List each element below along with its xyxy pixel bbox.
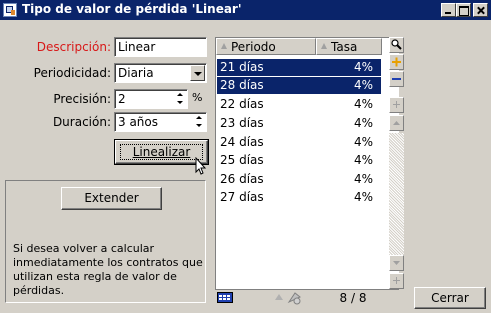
sort-icon bbox=[221, 43, 227, 49]
list-item[interactable]: 28 días 4% bbox=[217, 77, 381, 94]
row-tasa: 4% bbox=[353, 97, 373, 111]
duracion-label: Duración: bbox=[52, 115, 111, 129]
row-tasa: 4% bbox=[353, 60, 373, 74]
spin-down-icon[interactable] bbox=[193, 121, 205, 130]
window-title: Tipo de valor de pérdida 'Linear' bbox=[22, 2, 242, 16]
row-tasa: 4% bbox=[353, 135, 373, 149]
record-count: 8 / 8 bbox=[339, 291, 367, 305]
periodo-list[interactable]: Periodo Tasa 21 días 4% 28 días 4% 22 dí… bbox=[215, 37, 399, 305]
cerrar-button[interactable]: Cerrar bbox=[414, 287, 486, 309]
row-periodo: 24 días bbox=[220, 135, 264, 149]
row-tasa: 4% bbox=[353, 190, 373, 204]
maximize-icon[interactable] bbox=[456, 3, 471, 17]
linealizar-label-text: Linealizar bbox=[132, 145, 191, 159]
row-periodo: 27 días bbox=[220, 190, 264, 204]
list-footer: 8 / 8 bbox=[215, 289, 399, 305]
extender-label: Extender bbox=[84, 191, 139, 205]
row-periodo: 25 días bbox=[220, 153, 264, 167]
list-item[interactable]: 24 días 4% bbox=[217, 134, 381, 151]
close-icon[interactable] bbox=[473, 3, 488, 17]
row-tasa: 4% bbox=[353, 116, 373, 130]
duracion-spinner bbox=[193, 114, 205, 130]
list-item[interactable]: 23 días 4% bbox=[217, 115, 381, 132]
add-icon[interactable] bbox=[389, 97, 404, 113]
descripcion-field[interactable]: Linear bbox=[114, 37, 207, 57]
precision-unit: % bbox=[192, 91, 203, 104]
list-scrollbar[interactable] bbox=[389, 37, 404, 291]
row-periodo: 26 días bbox=[220, 172, 264, 186]
row-periodo: 22 días bbox=[220, 97, 264, 111]
scroll-down-icon[interactable] bbox=[389, 255, 404, 271]
column-header-periodo-label: Periodo bbox=[231, 40, 276, 54]
row-tasa: 4% bbox=[353, 172, 373, 186]
duracion-value: 3 años bbox=[118, 115, 159, 129]
list-item[interactable]: 25 días 4% bbox=[217, 152, 381, 169]
filter-icon[interactable] bbox=[287, 291, 303, 305]
scroll-up-icon[interactable] bbox=[389, 115, 404, 131]
chevron-down-icon[interactable] bbox=[190, 65, 205, 81]
window-icon bbox=[3, 3, 17, 17]
add-icon[interactable] bbox=[389, 54, 404, 70]
linealizar-label: Linealizar bbox=[133, 145, 191, 159]
mouse-cursor-icon bbox=[195, 157, 207, 175]
row-periodo: 21 días bbox=[220, 60, 264, 74]
list-item[interactable]: 27 días 4% bbox=[217, 189, 381, 206]
row-tasa: 4% bbox=[353, 153, 373, 167]
sort-icon bbox=[275, 294, 283, 300]
spin-down-icon[interactable] bbox=[174, 98, 186, 107]
list-item[interactable]: 21 días 4% bbox=[217, 59, 381, 76]
extender-description: Si desea volver a calcular inmediatament… bbox=[13, 242, 203, 297]
row-periodo: 23 días bbox=[220, 116, 264, 130]
duracion-stepper[interactable]: 3 años bbox=[114, 112, 207, 132]
precision-stepper[interactable]: 2 bbox=[114, 89, 188, 109]
descripcion-value: Linear bbox=[118, 40, 156, 54]
list-item[interactable]: 22 días 4% bbox=[217, 96, 381, 113]
precision-spinner bbox=[174, 91, 186, 107]
title-bar[interactable]: Tipo de valor de pérdida 'Linear' bbox=[0, 0, 491, 20]
remove-icon[interactable] bbox=[389, 71, 404, 87]
grid-icon[interactable] bbox=[217, 292, 234, 304]
search-icon[interactable] bbox=[389, 37, 404, 53]
column-header-periodo[interactable]: Periodo bbox=[216, 38, 316, 55]
precision-label: Precisión: bbox=[53, 92, 111, 106]
row-tasa: 4% bbox=[353, 78, 373, 92]
descripcion-label: Descripción: bbox=[36, 40, 111, 54]
cerrar-label: Cerrar bbox=[431, 291, 469, 305]
row-periodo: 28 días bbox=[220, 78, 264, 92]
periodicidad-value: Diaria bbox=[118, 66, 154, 80]
list-item[interactable]: 26 días 4% bbox=[217, 171, 381, 188]
column-header-tasa[interactable]: Tasa bbox=[316, 38, 382, 55]
extender-button[interactable]: Extender bbox=[61, 187, 162, 210]
sort-icon bbox=[321, 43, 327, 49]
periodicidad-label: Periodicidad: bbox=[33, 66, 111, 80]
window: Tipo de valor de pérdida 'Linear' Descri… bbox=[0, 0, 491, 313]
column-header-tasa-label: Tasa bbox=[331, 40, 358, 54]
periodicidad-select[interactable]: Diaria bbox=[114, 63, 207, 83]
scroll-track[interactable] bbox=[389, 133, 404, 255]
minimize-icon[interactable] bbox=[441, 3, 456, 17]
add-icon[interactable] bbox=[389, 273, 404, 289]
precision-value: 2 bbox=[118, 92, 126, 106]
